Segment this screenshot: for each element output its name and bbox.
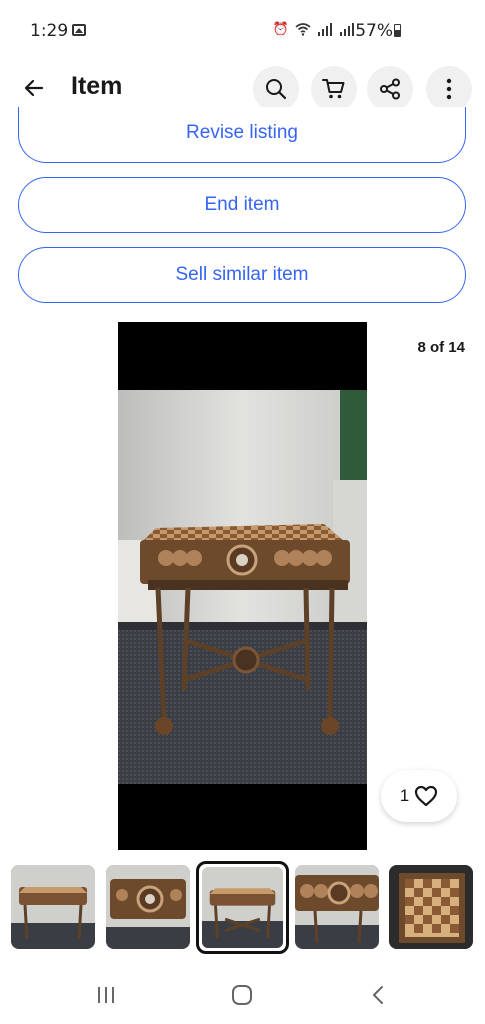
cart-button[interactable] [311, 66, 357, 112]
search-button[interactable] [253, 66, 299, 112]
image-viewer[interactable] [118, 322, 367, 850]
thumbnail-strip [0, 860, 485, 956]
alarm-icon: ⏰ [272, 22, 289, 37]
thumbnail[interactable] [106, 865, 190, 949]
home-button[interactable] [222, 980, 262, 1010]
back-icon [373, 986, 383, 1004]
photo-icon [72, 24, 86, 36]
sell-similar-item-button[interactable]: Sell similar item [18, 247, 466, 303]
heart-icon [415, 785, 438, 807]
signal-icon [340, 23, 354, 36]
recent-apps-button[interactable] [86, 980, 126, 1010]
back-button[interactable] [14, 68, 54, 108]
recent-apps-icon [98, 987, 114, 1003]
image-counter: 8 of 14 [417, 339, 465, 356]
status-icons: ⏰ [273, 22, 355, 37]
more-options-button[interactable] [426, 66, 472, 112]
status-time: 1:29 [30, 21, 69, 41]
cart-icon [322, 79, 345, 99]
thumbnail[interactable] [11, 865, 95, 949]
revise-listing-button[interactable]: Revise listing [18, 107, 466, 163]
status-bar: 1:29 ⏰ 57% [0, 0, 485, 60]
item-photo [118, 390, 367, 784]
watch-button[interactable]: 1 [381, 770, 457, 822]
thumbnail-selected[interactable] [196, 861, 289, 954]
watch-count: 1 [399, 786, 410, 805]
page-title: Item [71, 72, 123, 100]
battery-level: 57% [355, 21, 393, 41]
back-arrow-icon [24, 79, 44, 97]
end-item-button[interactable]: End item [18, 177, 466, 233]
thumbnail[interactable] [389, 865, 473, 949]
share-icon [380, 78, 400, 100]
signal-icon [318, 23, 332, 36]
thumbnail[interactable] [295, 865, 379, 949]
wifi-icon [295, 23, 311, 36]
battery-icon [394, 24, 401, 37]
search-icon [266, 79, 287, 100]
share-button[interactable] [367, 66, 413, 112]
home-icon [232, 985, 252, 1005]
more-vertical-icon [446, 78, 452, 100]
system-nav-bar [0, 960, 485, 1024]
back-nav-button[interactable] [358, 980, 398, 1010]
